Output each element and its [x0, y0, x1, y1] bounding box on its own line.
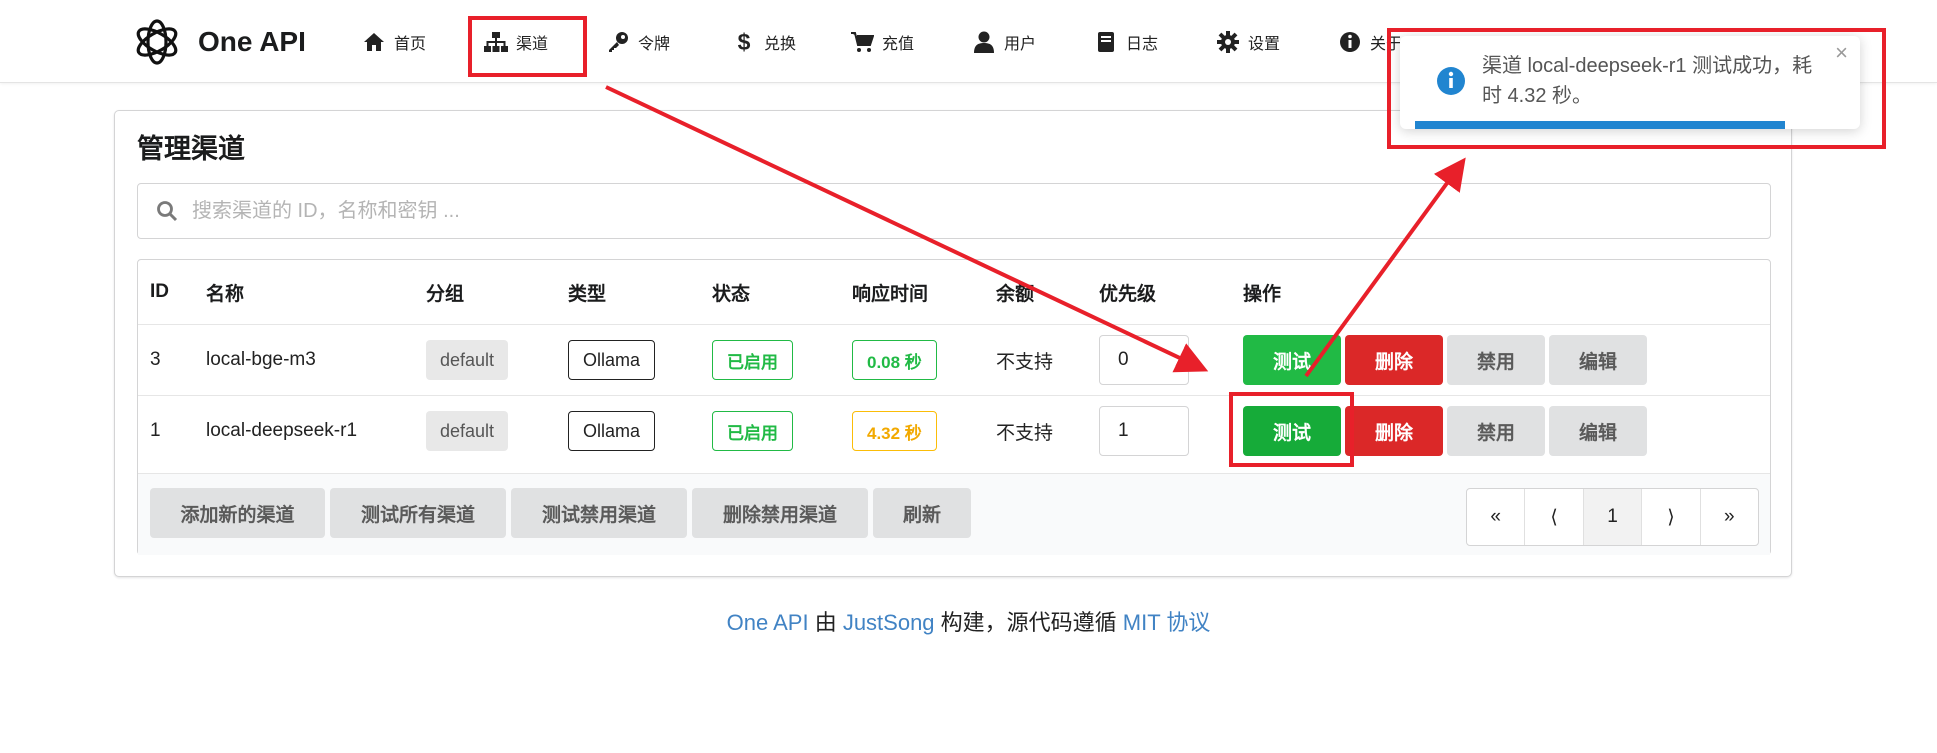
group-label: default — [426, 340, 509, 380]
add-channel-button[interactable]: 添加新的渠道 — [150, 488, 325, 538]
edit-button[interactable]: 编辑 — [1549, 406, 1647, 456]
nav-item-topup[interactable]: 充值 — [850, 22, 914, 62]
nav-label: 用户 — [1004, 36, 1037, 53]
nav-item-users[interactable]: 用户 — [972, 22, 1036, 62]
brand[interactable]: One API — [130, 14, 306, 70]
nav-item-settings[interactable]: 设置 — [1216, 22, 1280, 62]
cell-id: 1 — [150, 420, 161, 441]
page-current[interactable]: 1 — [1583, 489, 1643, 545]
header-response-time[interactable]: 响应时间 — [852, 260, 928, 324]
disable-button[interactable]: 禁用 — [1447, 406, 1545, 456]
nav-item-logs[interactable]: 日志 — [1094, 22, 1158, 62]
type-label: Ollama — [568, 411, 656, 451]
priority-input[interactable]: 0 — [1099, 335, 1189, 385]
search-box — [137, 183, 1771, 239]
nav-label: 充值 — [882, 36, 915, 53]
header-status[interactable]: 状态 — [712, 260, 750, 324]
header-actions: 操作 — [1243, 283, 1282, 305]
refresh-button[interactable]: 刷新 — [873, 488, 971, 538]
cell-name: local-deepseek-r1 — [206, 420, 358, 441]
nav-item-tokens[interactable]: 令牌 — [606, 22, 670, 62]
response-time-badge: 4.32 秒 — [852, 411, 937, 451]
one-api-link[interactable]: One API — [727, 610, 809, 635]
table-row: 3 local-bge-m3 default Ollama 已启用 0.08 秒… — [138, 324, 1770, 395]
group-label: default — [426, 411, 509, 451]
home-icon — [362, 30, 386, 54]
brand-name: One API — [198, 26, 306, 57]
footer-text: 构建，源代码遵循 — [934, 610, 1123, 635]
page-prev[interactable]: ⟨ — [1525, 489, 1584, 545]
nav-item-redeem[interactable]: $ 兑换 — [732, 22, 796, 62]
test-disabled-channels-button[interactable]: 测试禁用渠道 — [511, 488, 687, 538]
cell-id: 3 — [150, 349, 161, 370]
nav-label: 设置 — [1248, 36, 1281, 53]
edit-button[interactable]: 编辑 — [1549, 335, 1647, 385]
type-label: Ollama — [568, 340, 656, 380]
mit-license-link[interactable]: MIT 协议 — [1123, 610, 1211, 635]
sitemap-icon — [484, 30, 508, 54]
page-title: 管理渠道 — [137, 134, 245, 164]
search-icon — [154, 198, 180, 224]
page-next[interactable]: ⟩ — [1642, 489, 1701, 545]
channels-table: ID 名称 分组 类型 状态 响应时间 余额 优先级 操作 3 local-bg… — [137, 259, 1771, 555]
table-footer: 添加新的渠道 测试所有渠道 测试禁用渠道 删除禁用渠道 刷新 « ⟨ 1 ⟩ » — [138, 473, 1770, 555]
cart-icon — [850, 30, 874, 54]
header-priority[interactable]: 优先级 — [1099, 260, 1156, 324]
header-name[interactable]: 名称 — [206, 260, 244, 324]
status-badge: 已启用 — [712, 340, 793, 380]
user-icon — [972, 30, 996, 54]
page-last[interactable]: » — [1701, 489, 1758, 545]
openai-logo-icon — [130, 15, 184, 69]
toast-message: 渠道 local-deepseek-r1 测试成功，耗时 4.32 秒。 — [1482, 55, 1813, 107]
delete-disabled-channels-button[interactable]: 删除禁用渠道 — [692, 488, 868, 538]
cell-balance: 不支持 — [996, 351, 1054, 373]
dollar-icon: $ — [737, 28, 751, 55]
cell-name: local-bge-m3 — [206, 349, 316, 370]
footer-text: 由 — [808, 610, 843, 635]
header-group[interactable]: 分组 — [426, 260, 464, 324]
close-icon[interactable]: × — [1835, 40, 1848, 66]
cell-balance: 不支持 — [996, 422, 1054, 444]
book-icon — [1094, 30, 1118, 54]
nav-item-about[interactable]: 关于 — [1338, 22, 1402, 62]
gear-icon — [1216, 30, 1240, 54]
table-row: 1 local-deepseek-r1 default Ollama 已启用 4… — [138, 395, 1770, 473]
priority-input[interactable]: 1 — [1099, 406, 1189, 456]
status-badge: 已启用 — [712, 411, 793, 451]
info-circle-icon — [1338, 30, 1362, 54]
header-id[interactable]: ID — [150, 260, 169, 324]
nav-label: 关于 — [1370, 36, 1403, 53]
page-first[interactable]: « — [1467, 489, 1526, 545]
header-balance[interactable]: 余额 — [996, 260, 1034, 324]
disable-button[interactable]: 禁用 — [1447, 335, 1545, 385]
response-time-badge: 0.08 秒 — [852, 340, 937, 380]
nav-item-home[interactable]: 首页 — [362, 22, 426, 62]
test-button[interactable]: 测试 — [1243, 406, 1341, 456]
nav-label: 日志 — [1126, 36, 1159, 53]
nav-label: 令牌 — [638, 36, 671, 53]
delete-button[interactable]: 删除 — [1345, 406, 1443, 456]
site-footer: One API 由 JustSong 构建，源代码遵循 MIT 协议 — [0, 605, 1937, 637]
toast-progress-bar — [1415, 121, 1785, 129]
channel-management-card: 管理渠道 ID 名称 分组 类型 状态 响应时间 余额 优先级 操作 3 loc… — [114, 110, 1792, 577]
toast-notification: 渠道 local-deepseek-r1 测试成功，耗时 4.32 秒。 × — [1400, 36, 1860, 129]
delete-button[interactable]: 删除 — [1345, 335, 1443, 385]
header-type[interactable]: 类型 — [568, 260, 606, 324]
nav-label: 首页 — [394, 36, 427, 53]
test-button[interactable]: 测试 — [1243, 335, 1341, 385]
info-icon — [1436, 66, 1466, 96]
test-all-channels-button[interactable]: 测试所有渠道 — [330, 488, 506, 538]
key-icon — [606, 30, 630, 54]
pagination: « ⟨ 1 ⟩ » — [1466, 488, 1759, 546]
nav-label: 兑换 — [764, 36, 797, 53]
nav-item-channels[interactable]: 渠道 — [484, 22, 548, 62]
justsong-link[interactable]: JustSong — [843, 610, 935, 635]
nav-label: 渠道 — [516, 36, 549, 53]
search-input[interactable] — [192, 199, 1692, 223]
